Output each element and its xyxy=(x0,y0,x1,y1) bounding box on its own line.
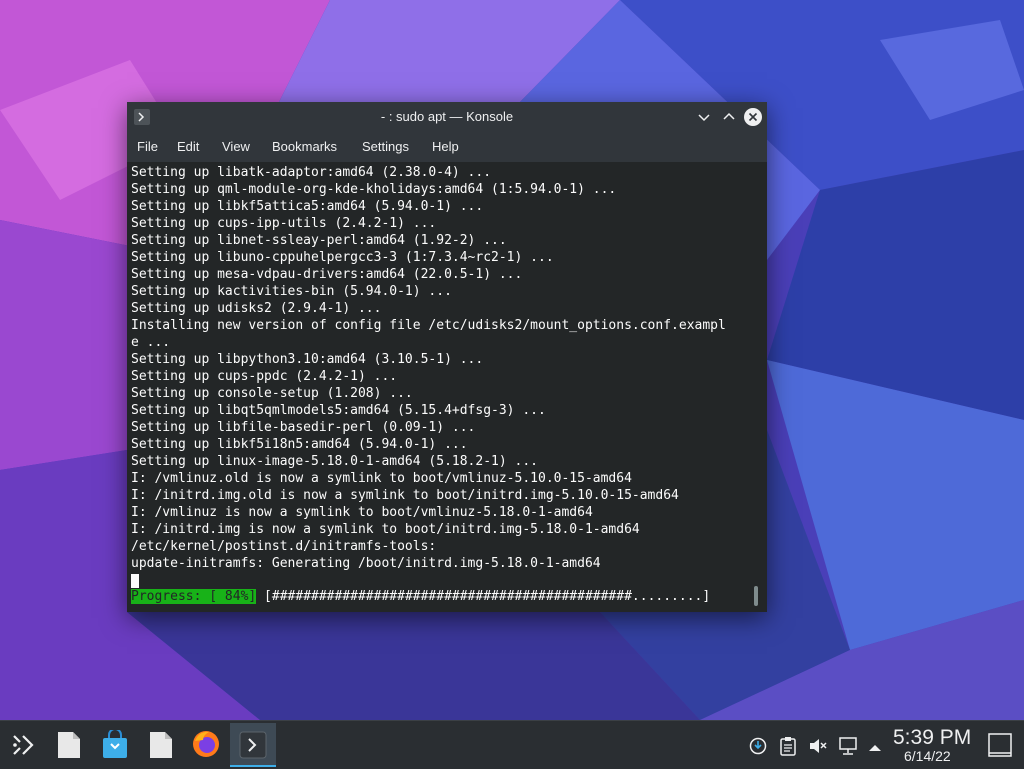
menu-view[interactable]: View xyxy=(222,139,250,154)
clock-date[interactable]: 6/14/22 xyxy=(904,748,951,764)
terminal-output: Setting up libatk-adaptor:amd64 (2.38.0-… xyxy=(131,164,726,589)
konsole-task-button[interactable] xyxy=(230,723,276,767)
terminal-line: update-initramfs: Generating /boot/initr… xyxy=(131,556,601,571)
app-launcher-icon[interactable] xyxy=(10,732,36,763)
terminal-line: Setting up udisks2 (2.9.4-1) ... xyxy=(131,301,382,316)
expand-tray-icon[interactable] xyxy=(868,740,882,758)
terminal-line: Setting up libuno-cppuhelpergcc3-3 (1:7.… xyxy=(131,250,554,265)
volume-muted-icon[interactable] xyxy=(808,737,828,760)
cursor-line xyxy=(131,572,726,589)
terminal-line: e ... xyxy=(131,335,171,350)
terminal-line: Setting up cups-ppdc (2.4.2-1) ... xyxy=(131,369,398,384)
updates-icon[interactable] xyxy=(749,737,767,760)
terminal-line: Setting up qml-module-org-kde-kholidays:… xyxy=(131,182,617,197)
window-title: - : sudo apt — Konsole xyxy=(380,109,514,124)
document-icon[interactable] xyxy=(56,731,82,764)
close-icon xyxy=(744,108,762,126)
terminal-line: Setting up libkf5i18n5:amd64 (5.94.0-1) … xyxy=(131,437,468,452)
progress-bar-text: [#######################################… xyxy=(256,589,711,604)
firefox-icon[interactable] xyxy=(191,729,221,764)
terminal-line: Setting up mesa-vdpau-drivers:amd64 (22.… xyxy=(131,267,523,282)
terminal-line: I: /initrd.img is now a symlink to boot/… xyxy=(131,522,640,537)
chevron-up-icon xyxy=(723,112,735,120)
menu-bar: File Edit View Bookmarks Settings Help xyxy=(127,132,767,162)
menu-file[interactable]: File xyxy=(137,139,158,154)
terminal-line: Setting up libfile-basedir-perl (0.09-1)… xyxy=(131,420,476,435)
terminal-line: Setting up libnet-ssleay-perl:amd64 (1.9… xyxy=(131,233,507,248)
minimize-button[interactable] xyxy=(694,107,714,127)
terminal-line: Installing new version of config file /e… xyxy=(131,318,726,333)
terminal-line: Setting up libkf5attica5:amd64 (5.94.0-1… xyxy=(131,199,484,214)
menu-bookmarks[interactable]: Bookmarks xyxy=(272,139,337,154)
konsole-icon xyxy=(239,731,267,764)
menu-edit[interactable]: Edit xyxy=(177,139,199,154)
terminal-view[interactable]: Setting up libatk-adaptor:amd64 (2.38.0-… xyxy=(127,162,767,612)
terminal-line: Setting up libatk-adaptor:amd64 (2.38.0-… xyxy=(131,165,492,180)
terminal-line: Setting up libqt5qmlmodels5:amd64 (5.15.… xyxy=(131,403,546,418)
network-icon[interactable] xyxy=(838,736,858,761)
terminal-line: Setting up cups-ipp-utils (2.4.2-1) ... xyxy=(131,216,437,231)
clock-time[interactable]: 5:39 PM xyxy=(893,726,971,750)
document-icon[interactable] xyxy=(148,731,174,764)
terminal-line: I: /vmlinuz.old is now a symlink to boot… xyxy=(131,471,632,486)
terminal-line: Setting up kactivities-bin (5.94.0-1) ..… xyxy=(131,284,452,299)
progress-line: Progress: [ 84%] [######################… xyxy=(131,588,710,605)
discover-store-icon[interactable] xyxy=(101,728,129,765)
terminal-line: Setting up console-setup (1.208) ... xyxy=(131,386,413,401)
scrollbar-handle[interactable] xyxy=(754,586,758,606)
terminal-line: Setting up libpython3.10:amd64 (3.10.5-1… xyxy=(131,352,484,367)
terminal-line: I: /vmlinuz is now a symlink to boot/vml… xyxy=(131,505,593,520)
terminal-line: /etc/kernel/postinst.d/initramfs-tools: xyxy=(131,539,437,554)
show-desktop-icon[interactable] xyxy=(988,733,1012,762)
progress-label: Progress: [ 84%] xyxy=(131,589,257,604)
menu-settings[interactable]: Settings xyxy=(362,139,409,154)
clipboard-icon[interactable] xyxy=(780,736,796,761)
text-cursor xyxy=(131,574,139,588)
close-button[interactable] xyxy=(743,107,763,127)
terminal-line: Setting up linux-image-5.18.0-1-amd64 (5… xyxy=(131,454,538,469)
taskbar xyxy=(0,720,1024,769)
chevron-down-icon xyxy=(698,114,710,122)
title-bar[interactable]: - : sudo apt — Konsole xyxy=(127,102,767,132)
menu-help[interactable]: Help xyxy=(432,139,459,154)
maximize-button[interactable] xyxy=(719,107,739,127)
konsole-window: - : sudo apt — Konsole File Edit View Bo… xyxy=(127,102,767,612)
terminal-line: I: /initrd.img.old is now a symlink to b… xyxy=(131,488,679,503)
